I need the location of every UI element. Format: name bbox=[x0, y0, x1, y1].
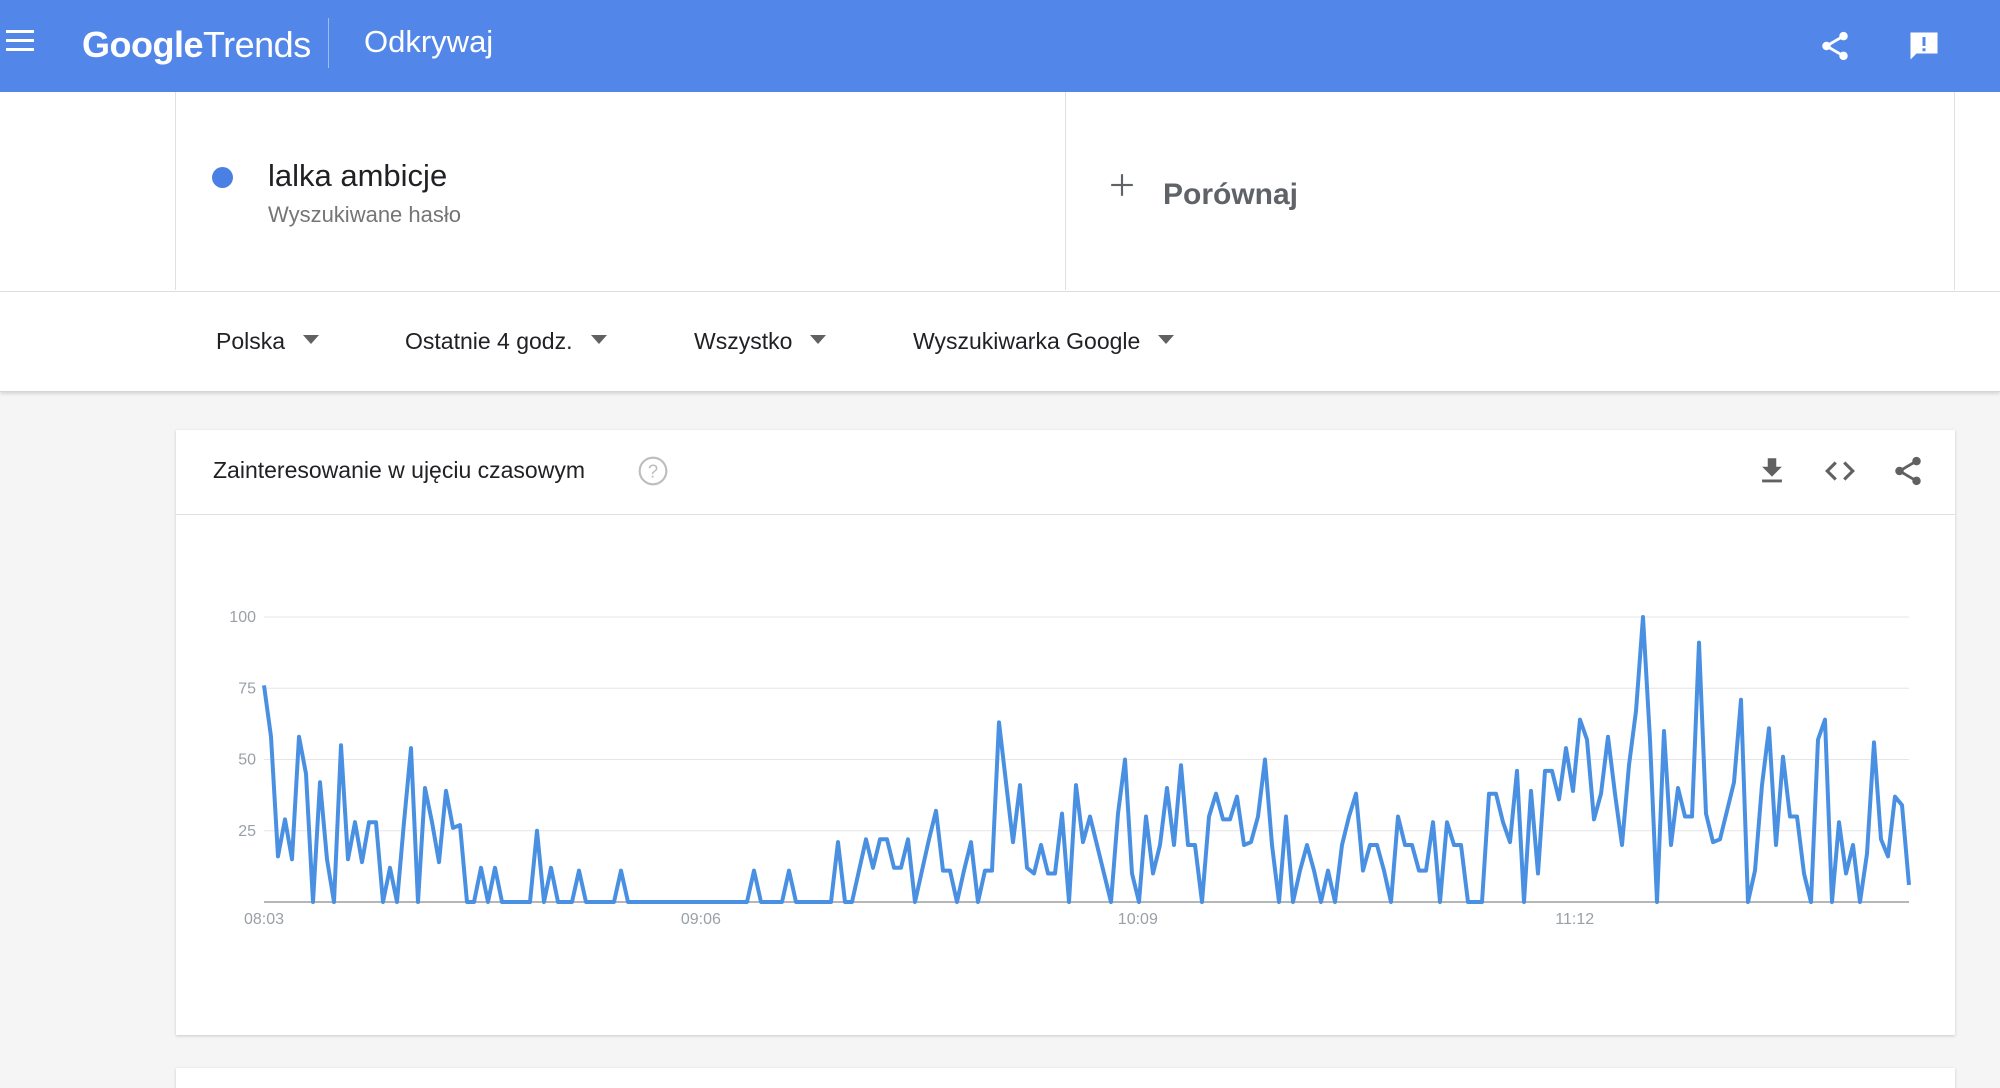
y-tick-label: 25 bbox=[238, 823, 256, 840]
search-property-dropdown[interactable]: Wyszukiwarka Google bbox=[913, 328, 1175, 355]
chevron-down-icon bbox=[590, 335, 607, 345]
feedback-icon[interactable] bbox=[1906, 28, 1942, 64]
help-icon[interactable]: ? bbox=[637, 455, 669, 487]
chevron-down-icon bbox=[303, 335, 320, 345]
top-app-bar: GoogleTrends Odkrywaj bbox=[0, 0, 2000, 92]
category-value: Wszystko bbox=[694, 328, 793, 354]
chevron-down-icon bbox=[810, 335, 827, 345]
y-tick-label: 75 bbox=[238, 680, 256, 697]
filter-bar: Polska Ostatnie 4 godz. Wszystko Wyszuki… bbox=[0, 292, 2000, 392]
share-icon[interactable] bbox=[1818, 28, 1852, 64]
logo-trends-text: Trends bbox=[203, 24, 311, 65]
x-tick-label: 11:12 bbox=[1555, 911, 1594, 928]
x-tick-label: 10:09 bbox=[1118, 911, 1158, 928]
search-terms-bar: lalka ambicje Wyszukiwane hasło Porównaj bbox=[0, 92, 2000, 292]
search-property-value: Wyszukiwarka Google bbox=[913, 328, 1141, 354]
time-range-value: Ostatnie 4 godz. bbox=[405, 328, 573, 354]
x-tick-label: 09:06 bbox=[681, 911, 721, 928]
menu-icon[interactable] bbox=[6, 30, 36, 56]
next-card bbox=[176, 1068, 1955, 1088]
download-icon[interactable] bbox=[1755, 454, 1789, 488]
y-axis-labels: 25 50 75 100 bbox=[229, 609, 256, 840]
svg-text:?: ? bbox=[648, 461, 658, 482]
search-term-name[interactable]: lalka ambicje bbox=[268, 158, 447, 194]
search-term-type: Wyszukiwane hasło bbox=[268, 202, 461, 227]
compare-label: Porównaj bbox=[1163, 178, 1299, 211]
page-section-title: Odkrywaj bbox=[364, 24, 494, 59]
region-value: Polska bbox=[216, 328, 286, 354]
y-tick-label: 100 bbox=[229, 609, 256, 626]
chevron-down-icon bbox=[1158, 335, 1175, 345]
line-chart[interactable]: 25 50 75 100 08:03 09:06 10:09 11:12 bbox=[176, 515, 1955, 1015]
google-trends-logo[interactable]: GoogleTrends bbox=[82, 24, 311, 66]
header-divider bbox=[328, 18, 329, 68]
x-axis-labels: 08:03 09:06 10:09 11:12 bbox=[244, 911, 1594, 928]
logo-google-text: Google bbox=[82, 24, 204, 65]
region-dropdown[interactable]: Polska bbox=[216, 328, 320, 355]
search-term-card[interactable]: lalka ambicje Wyszukiwane hasło bbox=[175, 92, 1066, 290]
x-tick-label: 08:03 bbox=[244, 911, 284, 928]
time-range-dropdown[interactable]: Ostatnie 4 godz. bbox=[405, 328, 607, 355]
interest-over-time-card: Zainteresowanie w ujęciu czasowym ? 25 50… bbox=[176, 430, 1955, 1035]
compare-button[interactable]: Porównaj bbox=[1064, 92, 1955, 290]
plus-icon bbox=[1111, 174, 1133, 196]
y-tick-label: 50 bbox=[238, 752, 256, 769]
share-icon[interactable] bbox=[1891, 454, 1925, 488]
embed-code-icon[interactable] bbox=[1823, 454, 1857, 488]
category-dropdown[interactable]: Wszystko bbox=[694, 328, 827, 355]
card-title: Zainteresowanie w ujęciu czasowym bbox=[213, 457, 585, 483]
term-color-dot bbox=[212, 167, 233, 188]
